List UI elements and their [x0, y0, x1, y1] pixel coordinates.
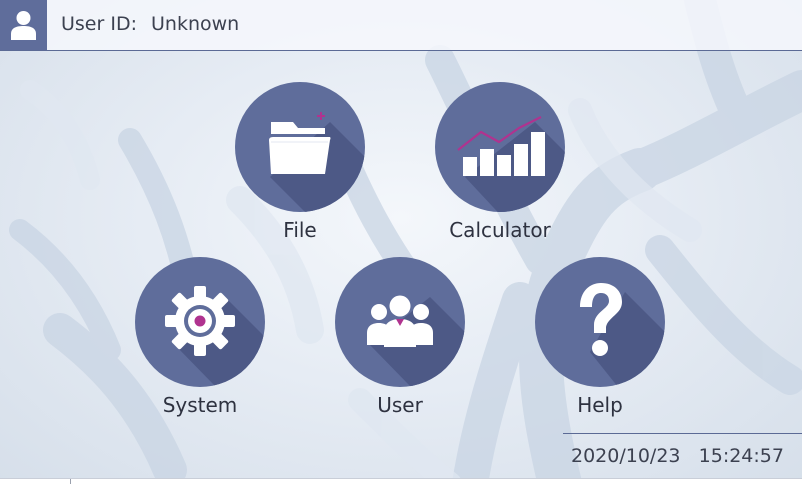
gear-icon — [165, 286, 235, 356]
system-label: System — [162, 393, 238, 417]
divider — [70, 479, 71, 484]
file-circle — [235, 82, 365, 212]
system-button[interactable]: System — [120, 257, 280, 422]
file-label: File — [283, 218, 317, 242]
user-label: User — [377, 393, 423, 417]
date-text: 2020/10/23 — [571, 445, 681, 467]
datetime-display: 2020/10/23 15:24:57 — [571, 445, 784, 467]
header-bar: User ID: Unknown — [0, 0, 802, 51]
calculator-button[interactable]: Calculator — [420, 82, 580, 247]
clock-divider — [563, 433, 802, 434]
user-id-value: Unknown — [151, 13, 240, 35]
help-label: Help — [577, 393, 623, 417]
user-id-label: User ID: — [61, 13, 137, 35]
system-circle — [135, 257, 265, 387]
time-text: 15:24:57 — [698, 445, 784, 467]
calculator-label: Calculator — [449, 218, 551, 242]
file-button[interactable]: File — [220, 82, 380, 247]
bottom-strip — [0, 478, 802, 484]
help-button[interactable]: Help — [520, 257, 680, 422]
calculator-circle — [435, 82, 565, 212]
user-icon — [11, 11, 36, 40]
help-circle — [535, 257, 665, 387]
avatar[interactable] — [0, 0, 47, 50]
folder-add-icon — [269, 112, 331, 174]
user-button[interactable]: User — [320, 257, 480, 422]
user-circle — [335, 257, 465, 387]
